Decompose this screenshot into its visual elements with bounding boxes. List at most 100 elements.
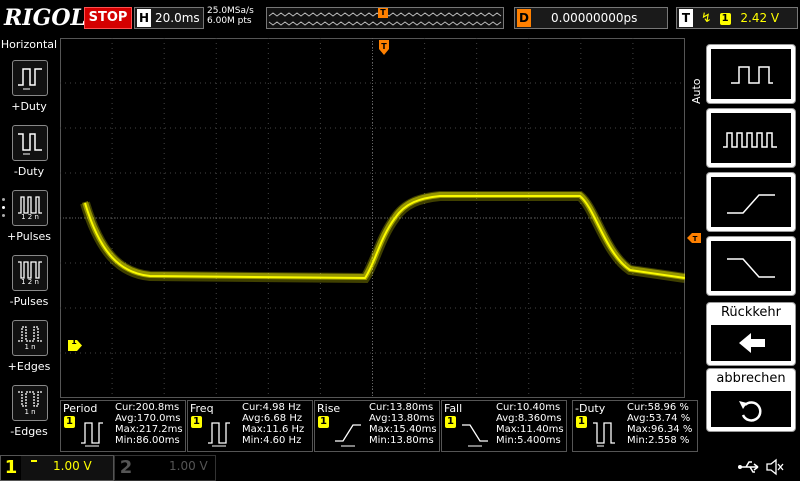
measure-max: Max:11.6 Hz xyxy=(242,424,305,435)
waveform-display[interactable] xyxy=(60,38,686,398)
measure-values: Cur:10.40ms Avg:8.360ms Max:11.40ms Min:… xyxy=(496,402,564,446)
ch1-chip: 1 xyxy=(64,416,75,428)
fall-time-icon xyxy=(462,424,488,447)
negative-duty-label: -Duty xyxy=(13,165,45,178)
memory-overview-bar[interactable]: T xyxy=(266,7,504,29)
measure-cur: Cur:200.8ms xyxy=(115,402,180,413)
measure-negative-duty[interactable]: -Duty 1 Cur:58.96 % Avg:53.74 % Max:96.3… xyxy=(572,400,698,452)
measure-cur: Cur:10.40ms xyxy=(496,402,561,413)
ch1-chip: 1 xyxy=(445,416,456,428)
measure-values: Cur:13.80ms Avg:13.80ms Max:15.40ms Min:… xyxy=(369,402,437,446)
measure-max: Max:96.34 % xyxy=(627,424,693,435)
run-stop-status[interactable]: STOP xyxy=(84,7,132,29)
sample-rate: 25.0MSa/s xyxy=(207,6,254,16)
measure-fall[interactable]: Fall 1 Cur:10.40ms Avg:8.360ms Max:11.40… xyxy=(441,400,567,452)
measure-max: Max:217.2ms xyxy=(115,424,183,435)
measure-freq[interactable]: Freq 1 Cur:4.98 Hz Avg:6.68 Hz Max:11.6 … xyxy=(187,400,313,452)
measure-title: Freq xyxy=(190,402,214,415)
measure-menu-panel: Horizontal +Duty -Duty 1 2 n +Pulses 1 2… xyxy=(0,38,58,450)
ch1-status[interactable]: 1 1.00 V xyxy=(0,455,114,481)
ch1-number: 1 xyxy=(1,456,21,480)
cancel-button[interactable]: abbrechen xyxy=(706,368,796,432)
negative-pulses-label: -Pulses xyxy=(9,295,49,308)
timebase-value: 20.0ms xyxy=(155,11,200,25)
trigger-time-marker[interactable]: T xyxy=(379,40,389,55)
measure-rise[interactable]: Rise 1 Cur:13.80ms Avg:13.80ms Max:15.40… xyxy=(314,400,440,452)
measure-max: Max:15.40ms xyxy=(369,424,437,435)
edges-sub-label: 1 n xyxy=(24,408,36,416)
sampling-info: 25.0MSa/s 6.00M pts xyxy=(207,6,267,26)
ch1-offset-marker[interactable]: 1 xyxy=(68,336,82,351)
trigger-position-marker[interactable]: T xyxy=(378,8,388,18)
measure-values: Cur:58.96 % Avg:53.74 % Max:96.34 % Min:… xyxy=(627,402,692,446)
svg-text:T: T xyxy=(693,235,698,243)
fall-edge-button[interactable] xyxy=(706,236,796,296)
measure-values: Cur:4.98 Hz Avg:6.68 Hz Max:11.6 Hz Min:… xyxy=(242,402,304,446)
negative-duty-icon xyxy=(18,133,42,155)
ch1-scale: 1.00 V xyxy=(53,459,92,473)
svg-text:T: T xyxy=(381,42,387,51)
usb-icon xyxy=(738,458,762,476)
ch2-status[interactable]: 2 1.00 V xyxy=(114,455,216,481)
positive-edges-label: +Edges xyxy=(7,360,51,373)
period-icon xyxy=(81,422,103,447)
measure-title: -Duty xyxy=(575,402,606,415)
measure-cur: Cur:13.80ms xyxy=(369,402,434,413)
measure-title: Rise xyxy=(317,402,341,415)
trigger-box[interactable]: T ↯ 1 2.42 V xyxy=(676,7,798,29)
delay-value: 0.00000000ps xyxy=(551,11,638,25)
rising-edge-icon: ↯ xyxy=(700,11,712,26)
negative-edges-label: -Edges xyxy=(10,425,48,438)
positive-duty-label: +Duty xyxy=(11,100,47,113)
measure-period[interactable]: Period 1 Cur:200.8ms Avg:170.0ms Max:217… xyxy=(60,400,186,452)
negative-duty-icon xyxy=(593,422,615,447)
trigger-arrow-down-icon: T xyxy=(379,40,389,55)
negative-edges-button[interactable]: 1 n xyxy=(12,385,48,421)
measure-cur: Cur:4.98 Hz xyxy=(242,402,301,413)
timebase-letter: H xyxy=(137,9,151,27)
rise-time-icon xyxy=(335,424,361,447)
measure-avg: Avg:13.80ms xyxy=(369,413,435,424)
pulse-train-icon xyxy=(711,113,791,163)
rising-edge-icon xyxy=(711,177,791,227)
measure-avg: Avg:6.68 Hz xyxy=(242,413,303,424)
speaker-muted-icon[interactable] xyxy=(764,457,786,477)
timebase-box[interactable]: H 20.0ms xyxy=(134,7,204,29)
multi-period-button[interactable] xyxy=(706,108,796,168)
ch1-chip: 1 xyxy=(318,416,329,428)
delay-letter: D xyxy=(517,9,531,27)
undo-icon xyxy=(739,401,762,422)
memory-depth: 6.00M pts xyxy=(207,16,252,26)
trigger-arrow-left-icon: T xyxy=(687,233,701,243)
positive-edges-button[interactable]: 1 n xyxy=(12,320,48,356)
measure-avg: Avg:8.360ms xyxy=(496,413,562,424)
square-wave-button[interactable] xyxy=(706,44,796,104)
brand-logo: RIGOL xyxy=(4,5,86,31)
delay-box[interactable]: D 0.00000000ps xyxy=(514,7,668,29)
trigger-level-marker[interactable]: T xyxy=(687,228,701,243)
measure-title: Period xyxy=(63,402,98,415)
back-icon-area xyxy=(711,325,791,361)
negative-pulses-button[interactable]: 1 2 n xyxy=(12,255,48,291)
trigger-level: 2.42 V xyxy=(740,11,780,25)
measure-cur: Cur:58.96 % xyxy=(627,402,689,413)
page-dots-icon xyxy=(2,198,6,224)
ch1-chip: 1 xyxy=(191,416,202,428)
edges-sub-label: 1 n xyxy=(24,343,36,351)
back-button[interactable]: Rückkehr xyxy=(706,302,796,366)
trigger-letter: T xyxy=(679,9,693,27)
measure-min: Min:13.80ms xyxy=(369,435,434,446)
cancel-icon-area xyxy=(711,391,791,427)
measure-min: Min:2.558 % xyxy=(627,435,690,446)
back-label: Rückkehr xyxy=(720,305,781,320)
panel-title: Horizontal xyxy=(0,38,58,51)
positive-duty-button[interactable] xyxy=(12,60,48,96)
ch1-marker-label: 1 xyxy=(71,337,77,346)
ch2-scale: 1.00 V xyxy=(169,459,208,473)
frequency-icon xyxy=(208,422,230,447)
negative-duty-button[interactable] xyxy=(12,125,48,161)
positive-pulses-button[interactable]: 1 2 n xyxy=(12,190,48,226)
rise-edge-button[interactable] xyxy=(706,172,796,232)
measure-min: Min:4.60 Hz xyxy=(242,435,302,446)
measure-avg: Avg:170.0ms xyxy=(115,413,181,424)
